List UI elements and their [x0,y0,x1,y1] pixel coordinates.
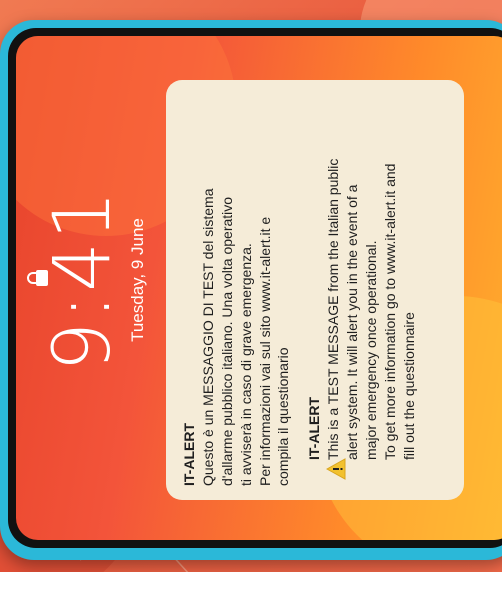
background-scene: 9:41 Tuesday, 9 June IT-ALERT Questo è u… [0,0,502,572]
alert-italian: IT-ALERT Questo è un MESSAGGIO DI TEST d… [180,94,293,487]
phone-device: 9:41 Tuesday, 9 June IT-ALERT Questo è u… [0,20,502,560]
emergency-alert-notification[interactable]: IT-ALERT Questo è un MESSAGGIO DI TEST d… [166,80,464,500]
lock-screen: 9:41 Tuesday, 9 June IT-ALERT Questo è u… [16,36,502,540]
lockscreen-clock: 9:41 [38,188,128,372]
alert-body: This is a TEST MESSAGE from the Italian … [325,158,417,460]
rotated-lockscreen-content: 9:41 Tuesday, 9 June IT-ALERT Questo è u… [16,36,502,540]
lockscreen-date: Tuesday, 9 June [128,218,147,342]
alert-english: IT-ALERT This is a TEST MESSAGE from the… [305,94,418,486]
alert-title: IT-ALERT [306,397,323,460]
alert-body: Questo è un MESSAGGIO DI TEST del sistem… [199,188,292,487]
warning-icon [326,458,346,480]
alert-title: IT-ALERT [181,423,197,486]
